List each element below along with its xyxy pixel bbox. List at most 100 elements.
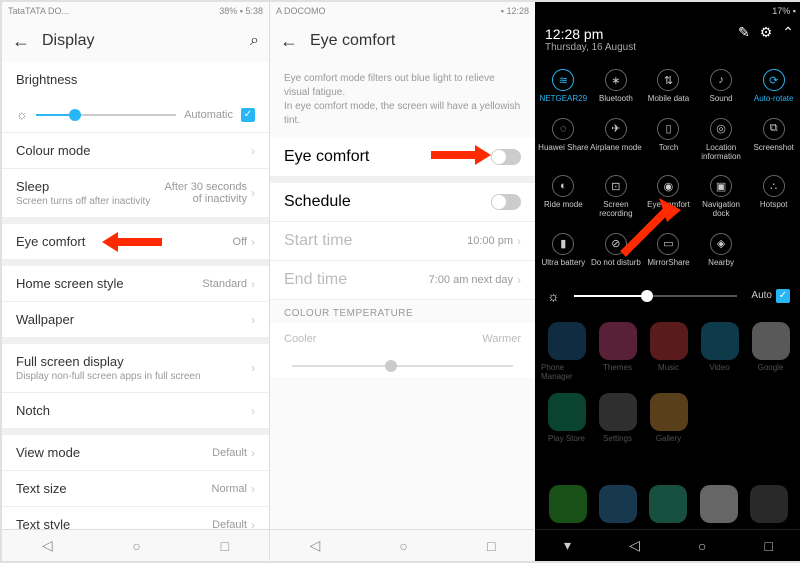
app-icon[interactable]: Video (694, 322, 745, 381)
huawei-share-icon: ◌ (552, 118, 574, 140)
app-icon[interactable]: Google (745, 322, 796, 381)
tile-location[interactable]: ◎ Location information (695, 112, 748, 170)
nav-back-icon[interactable]: ◁ (310, 537, 321, 554)
wallpaper-label: Wallpaper (16, 312, 251, 327)
tile-hotspot[interactable]: ∴Hotspot (747, 169, 800, 227)
app-icon[interactable]: Themes (592, 322, 643, 381)
nav-hide-icon[interactable]: ▾ (564, 537, 571, 554)
brightness-slider[interactable] (574, 295, 738, 297)
tile-airplane[interactable]: ✈ Airplane mode (590, 112, 643, 170)
tile-sound[interactable]: ♪Sound (695, 63, 748, 112)
nav-back-icon[interactable]: ◁ (42, 537, 53, 554)
colour-mode-label: Colour mode (16, 143, 251, 158)
automatic-checkbox[interactable]: ✓ (241, 108, 255, 122)
app-icon[interactable]: Gallery (643, 393, 694, 443)
view-mode-row[interactable]: View mode Default › (2, 435, 269, 471)
nav-home-icon[interactable]: ○ (698, 538, 706, 554)
app-icon[interactable]: Phone Manager (541, 322, 592, 381)
status-right: 38% ▪ 5:38 (219, 6, 263, 16)
nav-recent-icon[interactable]: □ (487, 538, 495, 554)
chevron-right-icon: › (251, 404, 255, 418)
tile-auto-rotate[interactable]: ⟳Auto-rotate (747, 63, 800, 112)
tile-label: Ride mode (544, 201, 583, 210)
eye-comfort-toggle[interactable] (491, 149, 521, 165)
automatic-label: Automatic (184, 109, 233, 121)
tile-screenshot[interactable]: ⧉Screenshot (747, 112, 800, 170)
panel-quick-settings: 17% ▪ 12:28 pm Thursday, 16 August ✎ ⚙ ⌃… (535, 2, 800, 561)
dock-camera[interactable] (750, 485, 788, 523)
brightness-icon: ☼ (16, 107, 28, 122)
eye-comfort-value: Off (233, 236, 247, 248)
nav-recent-icon[interactable]: □ (765, 538, 773, 554)
tile-ultra-battery[interactable]: ▮Ultra battery (537, 227, 590, 276)
tile-nav-dock[interactable]: ▣Navigation dock (695, 169, 748, 227)
tile-huawei-share[interactable]: ◌ Huawei Share (537, 112, 590, 170)
eye-comfort-toggle-row: Eye comfort (270, 138, 535, 177)
schedule-row: Schedule (270, 183, 535, 222)
nearby-icon: ◈ (710, 233, 732, 255)
nav-back-icon[interactable]: ◁ (629, 537, 640, 554)
gear-icon[interactable]: ⚙ (760, 24, 773, 41)
app-icon[interactable]: Music (643, 322, 694, 381)
app-icon[interactable]: Play Store (541, 393, 592, 443)
panel-display-settings: TataTATA DO... 38% ▪ 5:38 ← Display ⌕ Br… (2, 2, 269, 561)
highlight-arrow (102, 234, 162, 250)
header: ← Eye comfort (270, 20, 535, 62)
panel-eye-comfort: A DOCOMO ▪ 12:28 ← Eye comfort Eye comfo… (269, 2, 535, 561)
auto-checkbox[interactable]: ✓ (776, 289, 790, 303)
notch-row[interactable]: Notch › (2, 393, 269, 429)
nav-recent-icon[interactable]: □ (221, 538, 229, 554)
full-screen-label: Full screen displayDisplay non-full scre… (16, 354, 251, 382)
text-size-row[interactable]: Text size Normal › (2, 471, 269, 507)
dock-phone[interactable] (549, 485, 587, 523)
auto-label: Auto (751, 290, 772, 301)
home-apps: Phone ManagerThemesMusicVideoGoogle Play … (535, 312, 800, 465)
back-icon[interactable]: ← (280, 31, 298, 52)
wallpaper-row[interactable]: Wallpaper › (2, 302, 269, 338)
schedule-toggle[interactable] (491, 194, 521, 210)
back-icon[interactable]: ← (12, 31, 30, 52)
dock-chrome[interactable] (700, 485, 738, 523)
colour-temp-slider[interactable] (292, 365, 513, 367)
tile-nearby[interactable]: ◈Nearby (695, 227, 748, 276)
torch-icon: ▯ (657, 118, 679, 140)
nav-home-icon[interactable]: ○ (132, 538, 140, 554)
location-icon: ◎ (710, 118, 732, 140)
dock-contacts[interactable] (599, 485, 637, 523)
tile-mobile-data[interactable]: ⇅Mobile data (642, 63, 695, 112)
tile-wifi[interactable]: ≋NETGEAR29 (537, 63, 590, 112)
home-style-label: Home screen style (16, 276, 202, 291)
tile-torch[interactable]: ▯Torch (642, 112, 695, 170)
end-time-label: End time (284, 271, 429, 289)
tile-bluetooth[interactable]: ∗Bluetooth (590, 63, 643, 112)
home-style-value: Standard (202, 278, 247, 290)
chevron-right-icon: › (251, 277, 255, 291)
view-mode-label: View mode (16, 445, 212, 460)
collapse-icon[interactable]: ⌃ (782, 24, 794, 41)
brightness-slider[interactable] (36, 114, 176, 116)
dock-messages[interactable] (649, 485, 687, 523)
edit-icon[interactable]: ✎ (738, 24, 750, 41)
tile-label: Airplane mode (590, 144, 642, 153)
schedule-label: Schedule (284, 193, 491, 211)
highlight-arrow (615, 192, 685, 262)
start-time-value: 10:00 pm (467, 235, 513, 247)
airplane-icon: ✈ (605, 118, 627, 140)
home-style-row[interactable]: Home screen style Standard › (2, 266, 269, 302)
sleep-row[interactable]: SleepScreen turns off after inactivity A… (2, 169, 269, 218)
tile-label: Screenshot (753, 144, 793, 153)
nav-home-icon[interactable]: ○ (399, 538, 407, 554)
tile-label: Location information (695, 144, 748, 162)
eye-comfort-row[interactable]: Eye comfort Off › (2, 224, 269, 260)
brightness-icon: ☼ (547, 288, 560, 304)
app-icon[interactable]: Settings (592, 393, 643, 443)
search-icon[interactable]: ⌕ (250, 32, 259, 50)
colour-temp-slider-row (270, 355, 535, 377)
full-screen-row[interactable]: Full screen displayDisplay non-full scre… (2, 344, 269, 393)
status-bar: 17% ▪ (535, 2, 800, 20)
chevron-right-icon: › (251, 235, 255, 249)
tile-ride[interactable]: ◐Ride mode (537, 169, 590, 227)
chevron-right-icon: › (251, 446, 255, 460)
colour-mode-row[interactable]: Colour mode › (2, 133, 269, 169)
tile-label: Huawei Share (538, 144, 588, 153)
